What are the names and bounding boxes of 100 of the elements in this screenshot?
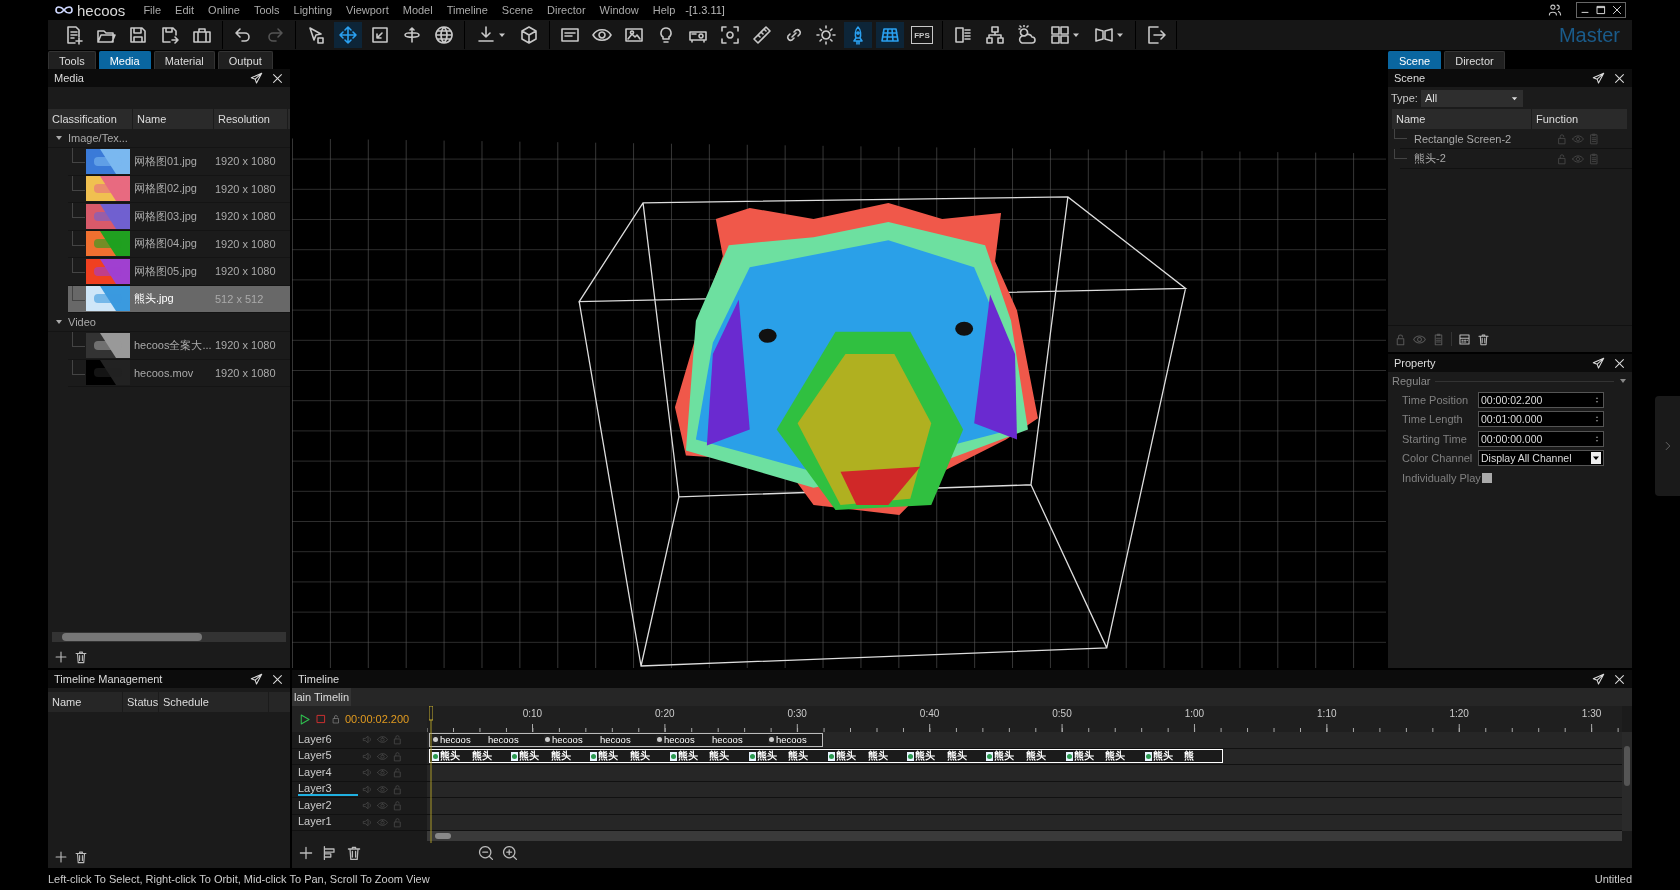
menu-item[interactable]: File bbox=[143, 4, 162, 16]
move-button[interactable] bbox=[334, 22, 362, 48]
add-icon[interactable] bbox=[54, 850, 68, 864]
column-header[interactable]: Schedule bbox=[159, 692, 269, 712]
grid-button[interactable] bbox=[876, 22, 904, 48]
clip-label: 熊头 bbox=[915, 749, 936, 763]
media-row[interactable]: 网格图02.jpg 1920 x 1080 bbox=[68, 175, 290, 203]
layer-name[interactable]: Layer3 bbox=[298, 782, 358, 797]
pin-icon[interactable] bbox=[250, 71, 263, 85]
menu-item[interactable]: Edit bbox=[175, 4, 195, 16]
play-icon[interactable] bbox=[298, 712, 311, 726]
panel-tab[interactable]: Director bbox=[1444, 51, 1505, 69]
playhead[interactable] bbox=[429, 706, 433, 843]
clipboard-icon[interactable] bbox=[1432, 332, 1445, 346]
add-icon[interactable] bbox=[54, 650, 68, 664]
panel-tab[interactable]: Media bbox=[98, 51, 151, 69]
media-row[interactable]: 网格图04.jpg 1920 x 1080 bbox=[68, 230, 290, 258]
clip-label: 熊头 bbox=[994, 749, 1015, 763]
column-header[interactable]: Name bbox=[133, 109, 214, 129]
timeline-tab[interactable]: lain Timelin bbox=[292, 688, 352, 706]
channel-dropdown[interactable]: Display All Channel bbox=[1478, 450, 1604, 467]
add-icon[interactable] bbox=[298, 845, 314, 861]
scene-item[interactable]: 熊头-2 bbox=[1410, 151, 1556, 166]
menu-item[interactable]: Tools bbox=[253, 4, 280, 16]
scrollbar[interactable] bbox=[52, 632, 286, 642]
scene-item[interactable]: Rectangle Screen-2 bbox=[1410, 132, 1556, 145]
trash-icon[interactable] bbox=[74, 650, 88, 664]
resolution: 1920 x 1080 bbox=[214, 182, 276, 195]
panel-tab[interactable]: Tools bbox=[48, 51, 96, 69]
clip-label: 熊头 bbox=[1152, 749, 1173, 763]
time-ruler[interactable]: 0:10 0:20 0:30 0:40 0:50 1:00 1:10 1:20 1:30 bbox=[427, 706, 1622, 732]
column-header[interactable]: Classification bbox=[48, 109, 133, 129]
layer-name[interactable]: Layer6 bbox=[298, 732, 358, 747]
layer-name[interactable]: Layer4 bbox=[298, 765, 358, 780]
align-icon[interactable] bbox=[322, 845, 338, 861]
zoom-in-icon[interactable] bbox=[502, 845, 518, 861]
menu-item[interactable]: Window bbox=[599, 4, 639, 16]
column-header[interactable]: Name bbox=[48, 692, 123, 712]
stop-icon[interactable] bbox=[315, 713, 327, 725]
clip-label: 熊头 bbox=[756, 749, 777, 763]
column-header[interactable]: Status bbox=[123, 692, 159, 712]
close-icon[interactable] bbox=[1613, 672, 1626, 686]
group-label: Video bbox=[68, 316, 96, 328]
panel-tab[interactable]: Material bbox=[153, 51, 215, 69]
user-icon[interactable] bbox=[1548, 3, 1562, 17]
clipboard-icon[interactable] bbox=[1588, 152, 1600, 165]
layer-name[interactable]: Layer5 bbox=[298, 749, 358, 764]
panel-tab[interactable]: Scene bbox=[1388, 51, 1442, 69]
image-icon bbox=[624, 25, 644, 45]
column-header[interactable]: Resolution bbox=[214, 109, 288, 129]
file-name: hecoos.mov bbox=[133, 366, 195, 379]
media-row[interactable]: hecoos.mov 1920 x 1080 bbox=[68, 359, 290, 387]
zoom-out-icon[interactable] bbox=[478, 845, 494, 861]
calculator-icon[interactable] bbox=[1458, 332, 1471, 346]
clip-label: 熊头 bbox=[550, 749, 571, 763]
close-icon[interactable] bbox=[1613, 71, 1626, 85]
trash-icon[interactable] bbox=[74, 850, 88, 864]
media-row[interactable]: 网格图01.jpg 1920 x 1080 bbox=[68, 148, 290, 176]
column-header[interactable]: Name bbox=[1392, 109, 1532, 129]
close-icon[interactable] bbox=[271, 71, 284, 85]
menu-item[interactable]: Lighting bbox=[293, 4, 333, 16]
clip-label: 熊头 bbox=[946, 749, 967, 763]
close-icon[interactable] bbox=[271, 672, 284, 686]
menu-item[interactable]: Help bbox=[652, 4, 676, 16]
menu-item[interactable]: Director bbox=[547, 4, 586, 16]
pin-icon[interactable] bbox=[250, 672, 263, 686]
layer-name[interactable]: Layer2 bbox=[298, 798, 358, 813]
network-icon bbox=[985, 25, 1005, 45]
time-field[interactable]: 00:00:02.200 bbox=[1478, 391, 1604, 408]
panel-tab[interactable]: Output bbox=[217, 51, 273, 69]
panel-title: Scene bbox=[1394, 72, 1427, 84]
scrollbar[interactable] bbox=[1622, 732, 1632, 831]
menu-item[interactable]: Model bbox=[402, 4, 433, 16]
media-row[interactable]: 熊头.jpg 512 x 512 bbox=[68, 285, 290, 313]
menu-item[interactable]: Scene bbox=[501, 4, 534, 16]
trash-icon[interactable] bbox=[346, 845, 362, 861]
lock-icon[interactable] bbox=[331, 714, 341, 724]
menu-item[interactable]: Online bbox=[208, 4, 240, 16]
pin-icon[interactable] bbox=[1592, 356, 1605, 370]
column-header[interactable]: Function bbox=[1532, 109, 1628, 129]
time-field[interactable]: 00:01:00.000 bbox=[1478, 411, 1604, 428]
type-dropdown[interactable]: All bbox=[1420, 89, 1523, 107]
pin-icon[interactable] bbox=[1592, 71, 1605, 85]
resolution: 1920 x 1080 bbox=[214, 366, 276, 379]
menu-item[interactable]: Timeline bbox=[446, 4, 488, 16]
clip[interactable]: hecoos hecoos hecoos hecoos hecoos hecoos hecoos bbox=[429, 732, 823, 747]
time-field[interactable]: 00:00:00.000 bbox=[1478, 430, 1604, 447]
clip[interactable]: 熊头 熊头 熊头 熊头 熊头 熊头 熊头 熊头 熊头 熊头 熊头 熊头 熊头 熊头 熊头 熊头 熊头 熊头 熊头 熊 bbox=[429, 749, 1223, 764]
menu-item[interactable]: Viewport bbox=[346, 4, 389, 16]
scrollbar[interactable] bbox=[427, 831, 1622, 841]
media-row[interactable]: hecoos全案大... 1920 x 1080 bbox=[68, 332, 290, 360]
rocket-button[interactable] bbox=[844, 22, 872, 48]
layer-name[interactable]: Layer1 bbox=[298, 815, 358, 830]
clipboard-icon[interactable] bbox=[1588, 132, 1600, 145]
media-row[interactable]: 网格图05.jpg 1920 x 1080 bbox=[68, 258, 290, 286]
media-row[interactable]: 网格图03.jpg 1920 x 1080 bbox=[68, 203, 290, 231]
pin-icon[interactable] bbox=[1592, 672, 1605, 686]
checkbox[interactable] bbox=[1482, 472, 1492, 483]
close-icon[interactable] bbox=[1613, 356, 1626, 370]
trash-icon[interactable] bbox=[1477, 332, 1490, 346]
